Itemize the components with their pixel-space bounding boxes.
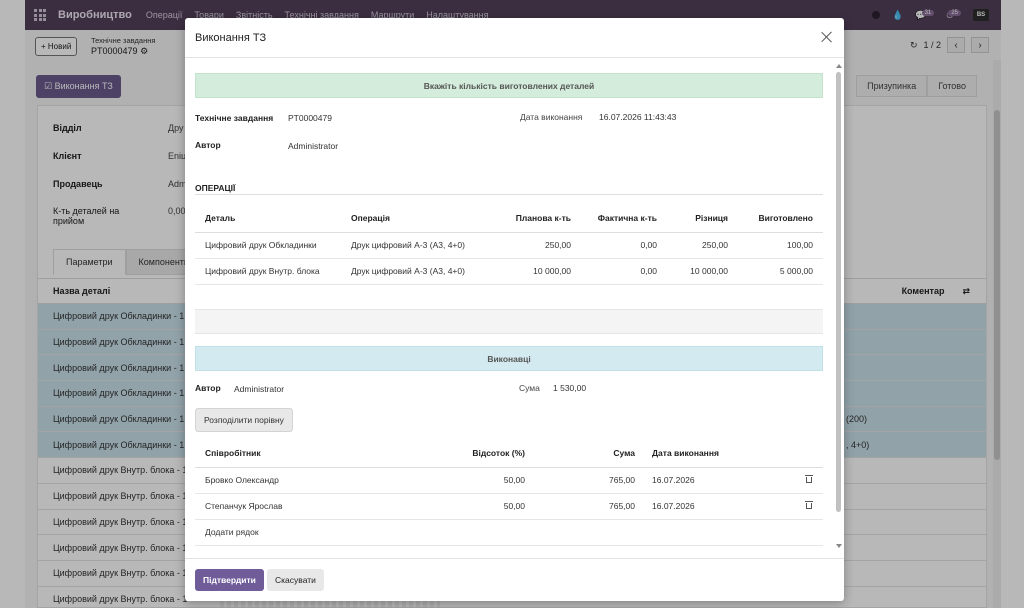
cell-planned: 10 000,00	[491, 258, 581, 285]
date-label: Дата виконання	[520, 112, 583, 122]
dialog-title: Виконання ТЗ	[195, 31, 267, 44]
cancel-button[interactable]: Скасувати	[267, 569, 324, 591]
col-operation[interactable]: Операція	[341, 204, 491, 233]
col-percent[interactable]: Відсоток (%)	[425, 439, 535, 468]
cell-detail: Цифровий друк Внутр. блока	[195, 258, 341, 285]
close-icon[interactable]	[820, 30, 834, 44]
col-planned-qty[interactable]: Планова к-ть	[491, 204, 581, 233]
table-row[interactable]: Цифровий друк Обкладинки Друк цифровий А…	[195, 232, 823, 259]
cell-operation: Друк цифровий А-3 (А3, 4+0)	[341, 258, 491, 285]
cell-actual: 0,00	[581, 232, 667, 259]
split-evenly-button[interactable]: Розподілити порівну	[195, 408, 293, 432]
col-actions	[785, 439, 823, 468]
col-difference[interactable]: Різниця	[667, 204, 738, 233]
cell-employee[interactable]: Бровко Олександр	[195, 467, 425, 494]
dialog-footer: Підтвердити Скасувати	[185, 558, 844, 601]
watermark	[220, 600, 440, 608]
cell-percent[interactable]: 50,00	[425, 493, 535, 520]
dialog-body: Вкажіть кількість виготовлених деталей Т…	[185, 58, 844, 558]
cell-sum: 765,00	[535, 493, 645, 520]
author-value[interactable]: Administrator	[288, 141, 338, 151]
sum-label: Сума	[519, 383, 540, 393]
col-sum[interactable]: Сума	[535, 439, 645, 468]
col-exec-date[interactable]: Дата виконання	[645, 439, 785, 468]
cell-difference: 250,00	[667, 232, 738, 259]
confirm-button[interactable]: Підтвердити	[195, 569, 264, 591]
cell-operation: Друк цифровий А-3 (А3, 4+0)	[341, 232, 491, 259]
date-value[interactable]: 16.07.2026 11:43:43	[599, 112, 676, 122]
cell-planned: 250,00	[491, 232, 581, 259]
employees-header-row: Співробітник Відсоток (%) Сума Дата вико…	[195, 439, 823, 468]
performers-title: Виконавці	[195, 346, 823, 371]
task-label: Технічне завдання	[195, 113, 274, 123]
cell-sum: 765,00	[535, 467, 645, 494]
cell-difference: 10 000,00	[667, 258, 738, 285]
cell-produced[interactable]: 5 000,00	[738, 258, 823, 285]
author-label: Автор	[195, 140, 221, 150]
table-row[interactable]: Степанчук Ярослав 50,00 765,00 16.07.202…	[195, 493, 823, 520]
dialog-scrollbar[interactable]	[836, 64, 842, 548]
cell-delete	[785, 467, 823, 494]
exec-task-dialog: Виконання ТЗ Вкажіть кількість виготовле…	[185, 18, 844, 601]
performer-author-value[interactable]: Administrator	[234, 384, 284, 394]
sum-value: 1 530,00	[553, 383, 587, 393]
trash-icon[interactable]	[805, 500, 813, 510]
operations-table: Деталь Операція Планова к-ть Фактична к-…	[195, 204, 823, 285]
trash-icon[interactable]	[805, 474, 813, 484]
cell-detail: Цифровий друк Обкладинки	[195, 232, 341, 259]
cell-delete	[785, 493, 823, 520]
col-detail[interactable]: Деталь	[195, 204, 341, 233]
cell-produced[interactable]: 100,00	[738, 232, 823, 259]
cell-exec-date[interactable]: 16.07.2026	[645, 493, 785, 520]
quantity-alert: Вкажіть кількість виготовлених деталей	[195, 73, 823, 98]
cell-exec-date[interactable]: 16.07.2026	[645, 467, 785, 494]
cell-actual: 0,00	[581, 258, 667, 285]
cell-percent[interactable]: 50,00	[425, 467, 535, 494]
employees-table: Співробітник Відсоток (%) Сума Дата вико…	[195, 439, 823, 546]
table-row[interactable]: Цифровий друк Внутр. блока Друк цифровий…	[195, 258, 823, 285]
table-row[interactable]: Бровко Олександр 50,00 765,00 16.07.2026	[195, 467, 823, 494]
operations-divider	[195, 194, 823, 195]
add-line-link[interactable]: Додати рядок	[205, 527, 259, 537]
operations-header-row: Деталь Операція Планова к-ть Фактична к-…	[195, 204, 823, 233]
operations-empty-row	[195, 309, 823, 334]
scroll-up-icon[interactable]	[836, 64, 842, 68]
dialog-header: Виконання ТЗ	[185, 18, 844, 58]
performer-author-label: Автор	[195, 383, 221, 393]
cell-employee[interactable]: Степанчук Ярослав	[195, 493, 425, 520]
col-employee[interactable]: Співробітник	[195, 439, 425, 468]
task-value[interactable]: PT0000479	[288, 113, 332, 123]
operations-title: ОПЕРАЦІЇ	[195, 183, 236, 193]
add-line-row: Додати рядок	[195, 519, 823, 546]
scroll-down-icon[interactable]	[836, 544, 842, 548]
scroll-thumb[interactable]	[836, 72, 841, 512]
col-actual-qty[interactable]: Фактична к-ть	[581, 204, 667, 233]
col-produced[interactable]: Виготовлено	[738, 204, 823, 233]
